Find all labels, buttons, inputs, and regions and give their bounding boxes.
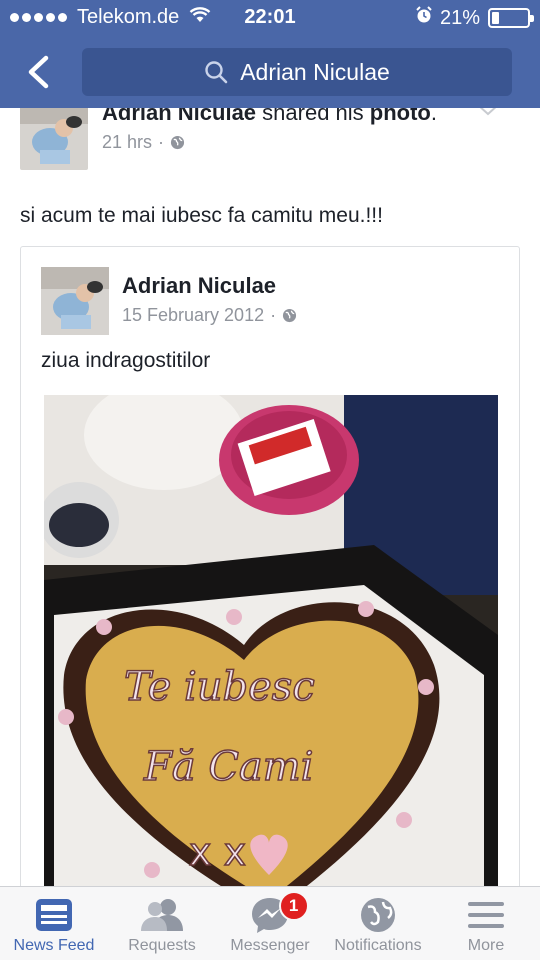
post-text: si acum te mai iubesc fa camitu meu.!!!: [20, 204, 383, 227]
cake-text-line2: Fă Cami: [143, 744, 314, 790]
post-title-period: .: [430, 108, 437, 125]
messenger-badge: 1: [278, 891, 309, 921]
shared-post-text: ziua indragostitilor: [41, 349, 211, 372]
battery-level: [492, 12, 499, 24]
shared-author-name[interactable]: Adrian Niculae: [122, 273, 276, 299]
back-button[interactable]: [18, 50, 58, 94]
post-action: shared his: [256, 108, 370, 125]
tab-bar: News Feed Requests 1 Messenger Notificat…: [0, 886, 540, 960]
post-object-link[interactable]: photo: [370, 108, 431, 125]
tab-notifications-label: Notifications: [334, 937, 422, 954]
cake-text-line1: Te iubesc: [124, 664, 315, 710]
tab-messenger[interactable]: 1 Messenger: [216, 887, 324, 960]
battery-percent: 21%: [439, 6, 480, 29]
app-header: Telekom.de 22:01 21% Adrian Niculae: [0, 0, 540, 108]
shared-date-separator: ·: [270, 305, 277, 325]
tab-messenger-label: Messenger: [230, 937, 310, 954]
tab-news-feed-label: News Feed: [13, 937, 95, 954]
tab-news-feed[interactable]: News Feed: [0, 887, 108, 960]
shared-post-card[interactable]: Adrian Niculae 15 February 2012 · ziua i…: [20, 246, 520, 888]
post-title: Adrian Niculae shared his photo.: [102, 108, 502, 128]
cake-text-line3: x x: [189, 830, 246, 874]
shared-timestamp: 15 February 2012 ·: [122, 305, 297, 326]
post-meta: Adrian Niculae shared his photo. 21 hrs …: [102, 108, 502, 153]
tab-more-label: More: [467, 937, 505, 954]
public-globe-icon: [170, 135, 185, 150]
nav-row: Adrian Niculae: [0, 46, 540, 98]
search-icon: [205, 61, 228, 84]
post-timestamp: 21 hrs ·: [102, 132, 502, 153]
post: Adrian Niculae shared his photo. 21 hrs …: [0, 108, 540, 888]
shared-author-avatar[interactable]: [41, 267, 109, 335]
post-time-text: 21 hrs: [102, 132, 153, 152]
tab-notifications[interactable]: Notifications: [324, 887, 432, 960]
tab-requests[interactable]: Requests: [108, 887, 216, 960]
status-bar: Telekom.de 22:01 21%: [0, 0, 540, 36]
post-author[interactable]: Adrian Niculae: [102, 108, 256, 125]
time-separator: ·: [158, 132, 165, 152]
tab-more[interactable]: More: [432, 887, 540, 960]
alarm-icon: [416, 6, 432, 30]
back-chevron-icon: [28, 55, 49, 89]
news-feed-icon: [34, 895, 74, 935]
shared-date-text: 15 February 2012: [122, 305, 265, 325]
battery-icon: [488, 8, 534, 28]
globe-icon: [359, 895, 397, 935]
shared-public-globe-icon: [283, 308, 297, 323]
shared-photo[interactable]: Te iubesc Fă Cami x x: [44, 395, 498, 888]
menu-icon: [467, 895, 505, 935]
author-avatar[interactable]: [20, 108, 88, 170]
search-query: Adrian Niculae: [240, 58, 390, 85]
post-options-chevron-icon[interactable]: [476, 108, 500, 123]
friend-requests-icon: [139, 895, 185, 935]
status-right: 21%: [416, 6, 534, 30]
tab-requests-label: Requests: [128, 937, 196, 954]
search-bar[interactable]: Adrian Niculae: [82, 48, 512, 96]
